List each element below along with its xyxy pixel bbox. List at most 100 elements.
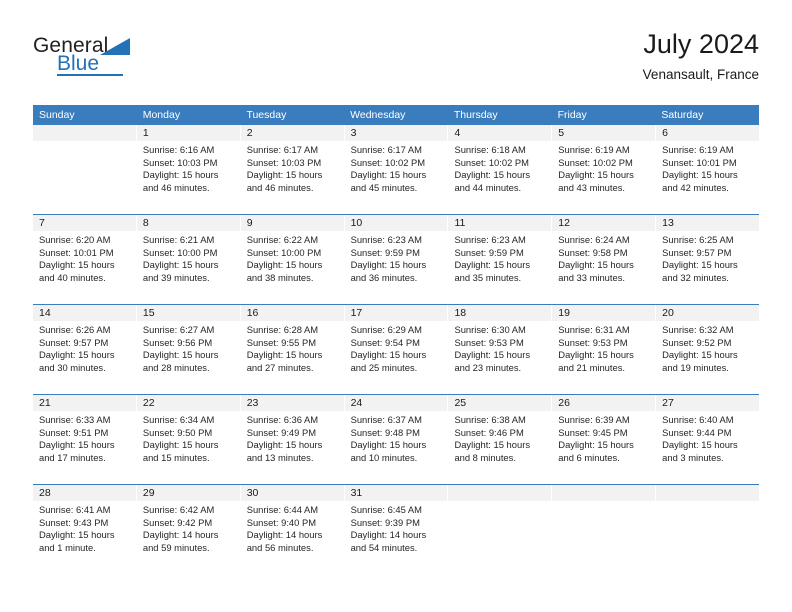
day-cell[interactable]: 16 Sunrise: 6:28 AM Sunset: 9:55 PM Dayligh… — [240, 305, 345, 394]
day-cell[interactable]: 30 Sunrise: 6:44 AM Sunset: 9:40 PM Dayligh… — [240, 485, 345, 574]
day-cell[interactable]: 21 Sunrise: 6:33 AM Sunset: 9:51 PM Dayligh… — [33, 395, 137, 484]
day-number: 28 — [33, 485, 136, 501]
day-details: Sunrise: 6:38 AM Sunset: 9:46 PM Daylight:… — [448, 411, 551, 464]
daylight-text-line2: and 59 minutes. — [142, 541, 210, 553]
day-details: Sunrise: 6:18 AM Sunset: 10:02 PM Daylight… — [448, 141, 551, 194]
daylight-text-line1: Daylight: 15 hours — [558, 169, 634, 181]
day-number: 13 — [656, 215, 760, 231]
day-cell[interactable]: 13 Sunrise: 6:25 AM Sunset: 9:57 PM Dayligh… — [656, 215, 760, 304]
day-cell[interactable]: 17 Sunrise: 6:29 AM Sunset: 9:54 PM Dayligh… — [344, 305, 449, 394]
day-number: 26 — [552, 395, 656, 411]
day-cell[interactable]: 27 Sunrise: 6:40 AM Sunset: 9:44 PM Dayligh… — [656, 395, 760, 484]
sunrise-text: Sunrise: 6:23 AM — [350, 234, 422, 245]
day-details: Sunrise: 6:24 AM Sunset: 9:58 PM Daylight:… — [552, 231, 655, 284]
day-number: 19 — [552, 305, 656, 321]
day-cell[interactable]: 7 Sunrise: 6:20 AM Sunset: 10:01 PM Dayligh… — [33, 215, 137, 304]
sunset-text: Sunset: 10:03 PM — [246, 156, 322, 168]
day-cell[interactable]: 9 Sunrise: 6:22 AM Sunset: 10:00 PM Dayligh… — [240, 215, 345, 304]
day-cell[interactable]: 18 Sunrise: 6:30 AM Sunset: 9:53 PM Dayligh… — [448, 305, 553, 394]
sunset-text: Sunset: 10:01 PM — [39, 246, 114, 258]
day-cell[interactable]: 29 Sunrise: 6:42 AM Sunset: 9:42 PM Dayligh… — [136, 485, 241, 574]
day-cell[interactable]: 1 Sunrise: 6:16 AM Sunset: 10:03 PM Dayligh… — [136, 125, 241, 214]
daylight-text-line2: and 28 minutes. — [142, 361, 210, 373]
daylight-text-line2: and 46 minutes. — [142, 181, 210, 193]
sunset-text: Sunset: 10:02 PM — [558, 156, 633, 168]
calendar-week-row: 21 Sunrise: 6:33 AM Sunset: 9:51 PM Dayligh… — [33, 394, 760, 484]
sunset-text: Sunset: 9:58 PM — [558, 246, 628, 258]
day-number: 8 — [136, 215, 240, 231]
day-number: 30 — [240, 485, 344, 501]
day-cell[interactable]: 3 Sunrise: 6:17 AM Sunset: 10:02 PM Dayligh… — [344, 125, 449, 214]
sunset-text: Sunset: 10:02 PM — [350, 156, 426, 168]
sunset-text: Sunset: 9:50 PM — [142, 426, 213, 438]
day-details: Sunrise: 6:26 AM Sunset: 9:57 PM Daylight:… — [33, 321, 136, 374]
calendar-weeks: 1 Sunrise: 6:16 AM Sunset: 10:03 PM Dayligh… — [33, 125, 760, 574]
day-details: Sunrise: 6:17 AM Sunset: 10:02 PM Daylight… — [345, 141, 448, 194]
daylight-text-line1: Daylight: 15 hours — [454, 259, 531, 271]
sunrise-text: Sunrise: 6:38 AM — [454, 414, 526, 425]
day-details: Sunrise: 6:34 AM Sunset: 9:50 PM Daylight:… — [137, 411, 240, 464]
day-cell[interactable]: 4 Sunrise: 6:18 AM Sunset: 10:02 PM Dayligh… — [448, 125, 553, 214]
title-block: July 2024 Venansault, France — [643, 28, 759, 85]
logo-underline — [57, 74, 123, 76]
day-number: 9 — [240, 215, 344, 231]
day-cell[interactable]: 15 Sunrise: 6:27 AM Sunset: 9:56 PM Dayligh… — [136, 305, 241, 394]
day-cell[interactable]: 10 Sunrise: 6:23 AM Sunset: 9:59 PM Dayligh… — [344, 215, 449, 304]
day-cell[interactable]: 12 Sunrise: 6:24 AM Sunset: 9:58 PM Dayligh… — [552, 215, 657, 304]
day-cell[interactable]: 24 Sunrise: 6:37 AM Sunset: 9:48 PM Dayligh… — [344, 395, 449, 484]
day-cell[interactable]: 6 Sunrise: 6:19 AM Sunset: 10:01 PM Dayligh… — [656, 125, 760, 214]
sunrise-text: Sunrise: 6:18 AM — [454, 144, 526, 155]
sunrise-text: Sunrise: 6:16 AM — [142, 144, 215, 155]
daylight-text-line2: and 38 minutes. — [246, 271, 314, 283]
calendar-week-row: 1 Sunrise: 6:16 AM Sunset: 10:03 PM Dayligh… — [33, 125, 760, 214]
day-cell[interactable]: 28 Sunrise: 6:41 AM Sunset: 9:43 PM Dayligh… — [33, 485, 137, 574]
sunset-text: Sunset: 10:00 PM — [246, 246, 322, 258]
day-number: 29 — [136, 485, 240, 501]
daylight-text-line2: and 33 minutes. — [558, 271, 626, 283]
weekday-header-wednesday: Wednesday — [350, 109, 406, 121]
sunrise-text: Sunrise: 6:40 AM — [662, 414, 734, 425]
daylight-text-line1: Daylight: 15 hours — [350, 169, 427, 181]
day-details: Sunrise: 6:33 AM Sunset: 9:51 PM Daylight:… — [33, 411, 136, 464]
day-cell[interactable]: 8 Sunrise: 6:21 AM Sunset: 10:00 PM Dayligh… — [136, 215, 241, 304]
day-cell[interactable]: 23 Sunrise: 6:36 AM Sunset: 9:49 PM Dayligh… — [240, 395, 345, 484]
daylight-text-line2: and 46 minutes. — [246, 181, 314, 193]
weekday-header-saturday: Saturday — [661, 109, 704, 121]
day-cell-empty — [552, 485, 657, 574]
day-number: 25 — [448, 395, 552, 411]
sunset-text: Sunset: 9:42 PM — [142, 516, 213, 528]
daylight-text-line1: Daylight: 15 hours — [142, 259, 219, 271]
sunset-text: Sunset: 9:46 PM — [454, 426, 524, 438]
sunset-text: Sunset: 9:51 PM — [39, 426, 109, 438]
day-details: Sunrise: 6:30 AM Sunset: 9:53 PM Daylight:… — [448, 321, 551, 374]
day-cell[interactable]: 14 Sunrise: 6:26 AM Sunset: 9:57 PM Dayligh… — [33, 305, 137, 394]
day-number: 18 — [448, 305, 552, 321]
day-details: Sunrise: 6:42 AM Sunset: 9:42 PM Daylight:… — [137, 501, 240, 554]
day-cell[interactable]: 11 Sunrise: 6:23 AM Sunset: 9:59 PM Dayligh… — [448, 215, 553, 304]
daylight-text-line1: Daylight: 15 hours — [39, 529, 115, 541]
day-cell[interactable]: 5 Sunrise: 6:19 AM Sunset: 10:02 PM Dayligh… — [552, 125, 657, 214]
day-number: 24 — [344, 395, 448, 411]
day-cell[interactable]: 22 Sunrise: 6:34 AM Sunset: 9:50 PM Dayligh… — [136, 395, 241, 484]
daylight-text-line2: and 21 minutes. — [558, 361, 626, 373]
sunset-text: Sunset: 9:48 PM — [350, 426, 420, 438]
day-details: Sunrise: 6:37 AM Sunset: 9:48 PM Daylight:… — [345, 411, 448, 464]
day-cell[interactable]: 19 Sunrise: 6:31 AM Sunset: 9:53 PM Dayligh… — [552, 305, 657, 394]
logo-text-blue: Blue — [57, 52, 100, 75]
day-number: 31 — [344, 485, 448, 501]
daylight-text-line1: Daylight: 15 hours — [350, 349, 427, 361]
daylight-text-line1: Daylight: 15 hours — [662, 169, 738, 181]
daylight-text-line1: Daylight: 14 hours — [246, 529, 323, 541]
day-cell[interactable]: 25 Sunrise: 6:38 AM Sunset: 9:46 PM Dayligh… — [448, 395, 553, 484]
daylight-text-line2: and 1 minute. — [39, 541, 96, 553]
sunset-text: Sunset: 9:57 PM — [39, 336, 109, 348]
sunset-text: Sunset: 9:39 PM — [350, 516, 420, 528]
sunset-text: Sunset: 10:00 PM — [142, 246, 218, 258]
calendar-week-row: 14 Sunrise: 6:26 AM Sunset: 9:57 PM Dayligh… — [33, 304, 760, 394]
sunrise-text: Sunrise: 6:36 AM — [246, 414, 319, 425]
day-cell[interactable]: 2 Sunrise: 6:17 AM Sunset: 10:03 PM Dayligh… — [240, 125, 345, 214]
day-cell[interactable]: 26 Sunrise: 6:39 AM Sunset: 9:45 PM Dayligh… — [552, 395, 657, 484]
day-cell[interactable]: 31 Sunrise: 6:45 AM Sunset: 9:39 PM Dayligh… — [344, 485, 449, 574]
day-cell[interactable]: 20 Sunrise: 6:32 AM Sunset: 9:52 PM Dayligh… — [656, 305, 760, 394]
general-blue-logo: General Blue — [33, 34, 153, 82]
